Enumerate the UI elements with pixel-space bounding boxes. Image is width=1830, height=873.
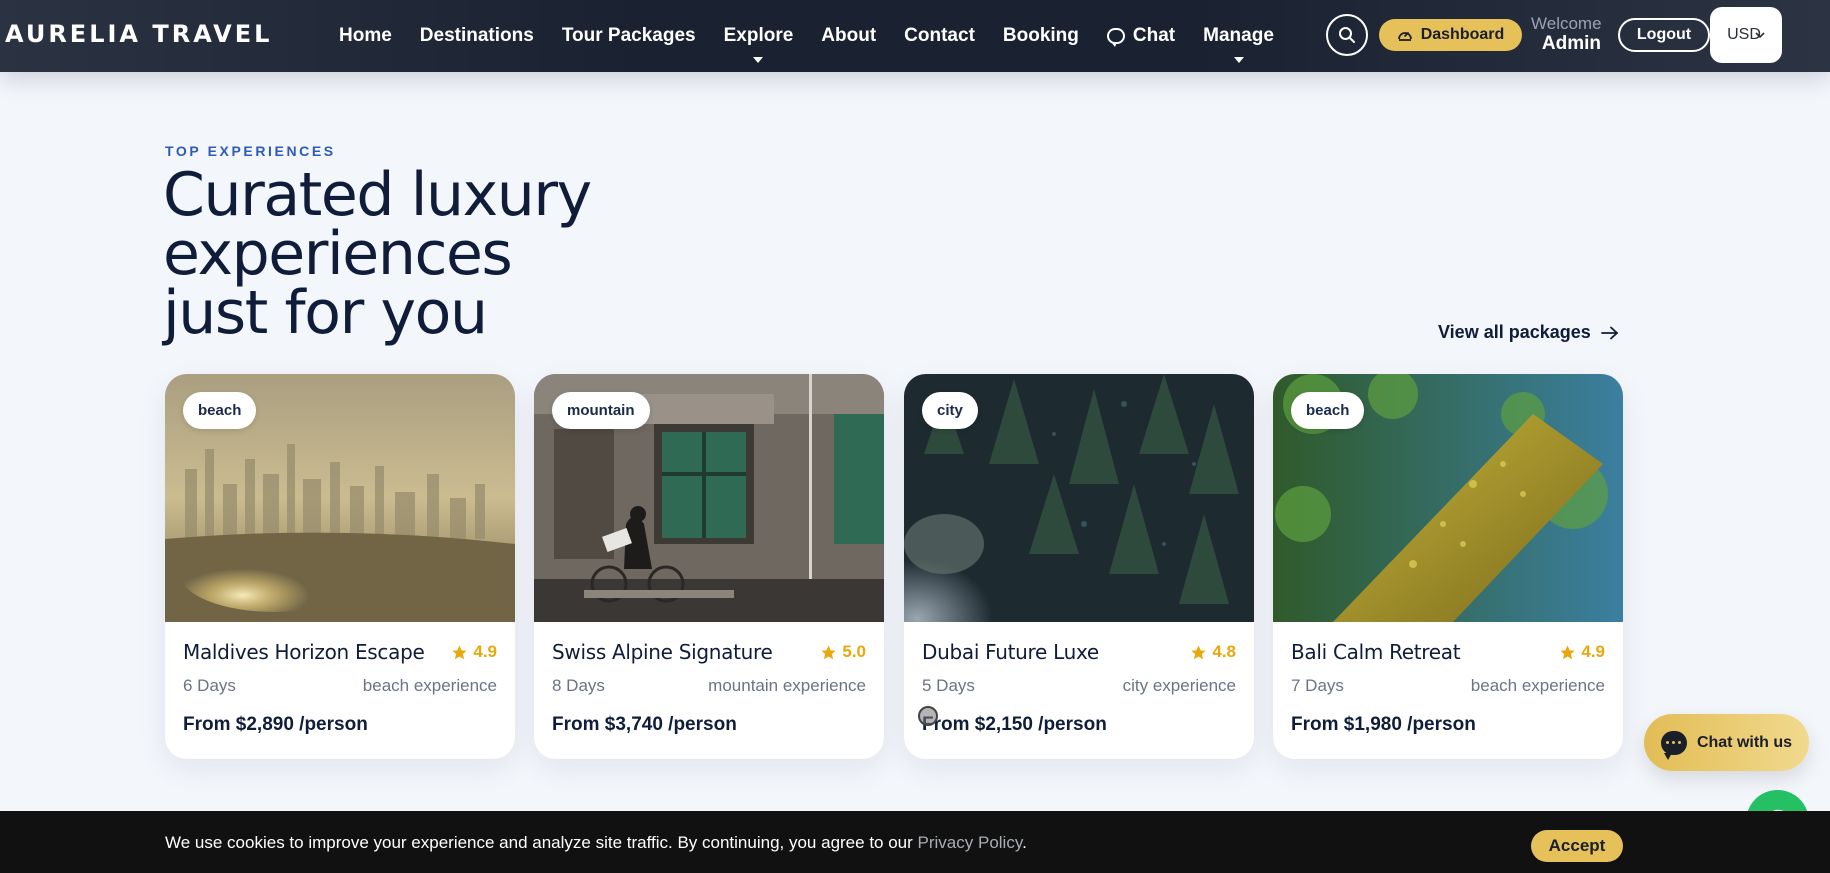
package-card[interactable]: mountain Swiss Alpine Signature 5.0 8 Da… — [534, 374, 884, 759]
nav-tour-packages[interactable]: Tour Packages — [562, 25, 696, 47]
accept-cookies-button[interactable]: Accept — [1531, 830, 1623, 862]
star-icon — [821, 644, 836, 659]
nav-manage[interactable]: Manage — [1203, 25, 1274, 63]
rating-value: 4.8 — [1212, 642, 1236, 661]
package-experience: mountain experience — [708, 676, 866, 695]
nav-manage-label: Manage — [1203, 25, 1274, 46]
package-experience: city experience — [1122, 676, 1236, 695]
nav-contact[interactable]: Contact — [904, 25, 975, 47]
welcome-block: Welcome Admin — [1531, 14, 1602, 54]
section-headline: Curated luxury experiences just for you — [163, 160, 592, 348]
package-duration: 5 Days — [922, 676, 975, 695]
mouse-cursor — [918, 706, 938, 726]
rating-value: 5.0 — [842, 642, 866, 661]
gauge-icon — [1397, 32, 1412, 41]
category-badge: beach — [183, 392, 257, 429]
cookie-banner: We use cookies to improve your experienc… — [0, 811, 1830, 873]
currency-select[interactable]: USD — [1710, 7, 1782, 63]
package-card[interactable]: beach Maldives Horizon Escape 4.9 6 Days… — [165, 374, 515, 759]
chat-with-us-button[interactable]: Chat with us — [1644, 714, 1809, 771]
star-icon — [1191, 644, 1206, 659]
chevron-down-icon — [753, 57, 764, 63]
package-title[interactable]: Bali Calm Retreat — [1291, 640, 1461, 664]
category-badge: city — [922, 392, 978, 429]
nav-home[interactable]: Home — [339, 25, 392, 47]
package-price: From $2,890 /person — [183, 714, 368, 735]
rating-value: 4.9 — [473, 642, 497, 661]
dashboard-button[interactable]: Dashboard — [1379, 19, 1522, 51]
cookie-text: We use cookies to improve your experienc… — [165, 833, 913, 852]
arrow-right-icon — [1600, 326, 1618, 339]
rating-value: 4.9 — [1581, 642, 1605, 661]
package-rating: 4.9 — [451, 642, 497, 662]
chevron-down-icon — [1755, 32, 1765, 39]
user-name: Admin — [1541, 33, 1601, 54]
package-price: From $1,980 /person — [1291, 714, 1476, 735]
package-experience: beach experience — [1470, 676, 1605, 695]
view-all-packages-link[interactable]: View all packages — [1438, 322, 1619, 343]
section-eyebrow: TOP EXPERIENCES — [165, 143, 336, 159]
brand-logo[interactable]: AURELIA TRAVEL — [5, 20, 272, 48]
logout-button[interactable]: Logout — [1618, 18, 1710, 52]
top-navbar: AURELIA TRAVEL Home Destinations Tour Pa… — [0, 0, 1830, 72]
nav-destinations[interactable]: Destinations — [420, 25, 534, 47]
nav-explore-label: Explore — [723, 25, 794, 46]
cookie-text-end: . — [1022, 833, 1027, 852]
star-icon — [452, 644, 467, 659]
dashboard-label: Dashboard — [1420, 26, 1505, 43]
chat-with-us-label: Chat with us — [1696, 733, 1793, 751]
nav-chat[interactable]: Chat — [1106, 25, 1176, 47]
package-duration: 6 Days — [183, 676, 236, 695]
package-duration: 7 Days — [1291, 676, 1344, 695]
package-card[interactable]: beach Bali Calm Retreat 4.9 7 Days beach… — [1273, 374, 1623, 759]
main-nav: Home Destinations Tour Packages Explore … — [325, 0, 1288, 72]
package-experience: beach experience — [362, 676, 497, 695]
package-rating: 5.0 — [820, 642, 866, 662]
star-icon — [1560, 644, 1575, 659]
search-icon — [1339, 27, 1355, 43]
package-rating: 4.8 — [1190, 642, 1236, 662]
package-title[interactable]: Maldives Horizon Escape — [183, 640, 425, 664]
package-rating: 4.9 — [1559, 642, 1605, 662]
cookie-message: We use cookies to improve your experienc… — [165, 833, 1027, 853]
chevron-down-icon — [1233, 57, 1244, 63]
category-badge: beach — [1291, 392, 1365, 429]
package-card[interactable]: city Dubai Future Luxe 4.8 5 Days city e… — [904, 374, 1254, 759]
package-duration: 8 Days — [552, 676, 605, 695]
package-title[interactable]: Dubai Future Luxe — [922, 640, 1099, 664]
welcome-label: Welcome — [1531, 14, 1602, 33]
nav-about[interactable]: About — [821, 25, 876, 47]
nav-explore[interactable]: Explore — [723, 25, 794, 63]
nav-booking[interactable]: Booking — [1003, 25, 1079, 47]
privacy-policy-link[interactable]: Privacy Policy — [918, 833, 1023, 852]
view-all-label: View all packages — [1438, 322, 1591, 342]
package-price: From $3,740 /person — [552, 714, 737, 735]
chat-icon — [1106, 28, 1125, 47]
category-badge: mountain — [552, 392, 650, 429]
search-button[interactable] — [1326, 14, 1368, 56]
package-price: From $2,150 /person — [922, 714, 1107, 735]
chat-bubble-icon — [1660, 730, 1687, 760]
package-title[interactable]: Swiss Alpine Signature — [552, 640, 773, 664]
nav-chat-label: Chat — [1132, 25, 1176, 46]
